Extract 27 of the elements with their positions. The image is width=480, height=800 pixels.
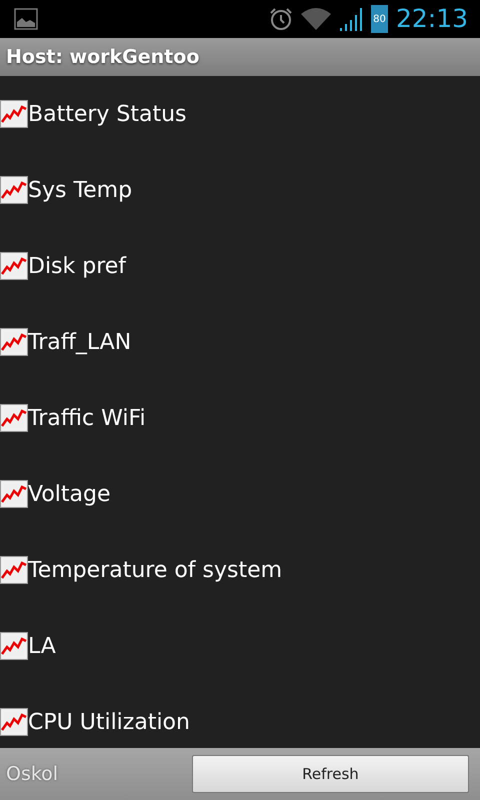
alarm-icon [268, 7, 293, 31]
graph-item[interactable]: Traffic WiFi [28, 402, 146, 435]
chart-icon [0, 328, 28, 356]
location-label: Oskol [6, 762, 58, 787]
battery-icon: 80 [370, 5, 388, 33]
graph-item[interactable]: LA [28, 630, 56, 663]
graph-item[interactable]: Disk pref [28, 250, 126, 283]
chart-icon [0, 252, 28, 280]
graph-item[interactable]: Battery Status [28, 98, 187, 131]
graph-item[interactable]: Voltage [28, 478, 111, 511]
graph-item[interactable]: Traff_LAN [28, 326, 132, 359]
chart-icon [0, 100, 28, 128]
graph-item[interactable]: CPU Utilization [28, 706, 190, 739]
refresh-button[interactable]: Refresh [192, 755, 469, 793]
chart-icon [0, 708, 28, 736]
host-title: Host: workGentoo [6, 44, 200, 70]
clock-time: 22:13 [396, 3, 468, 36]
chart-icon [0, 404, 28, 432]
chart-icon [0, 176, 28, 204]
chart-icon [0, 632, 28, 660]
chart-icon [0, 556, 28, 584]
wifi-icon [300, 8, 331, 30]
chart-icon [0, 480, 28, 508]
graph-item[interactable]: Temperature of system [28, 554, 282, 587]
graph-item[interactable]: Sys Temp [28, 174, 132, 207]
image-notification-icon [14, 8, 38, 30]
signal-icon [338, 7, 363, 31]
